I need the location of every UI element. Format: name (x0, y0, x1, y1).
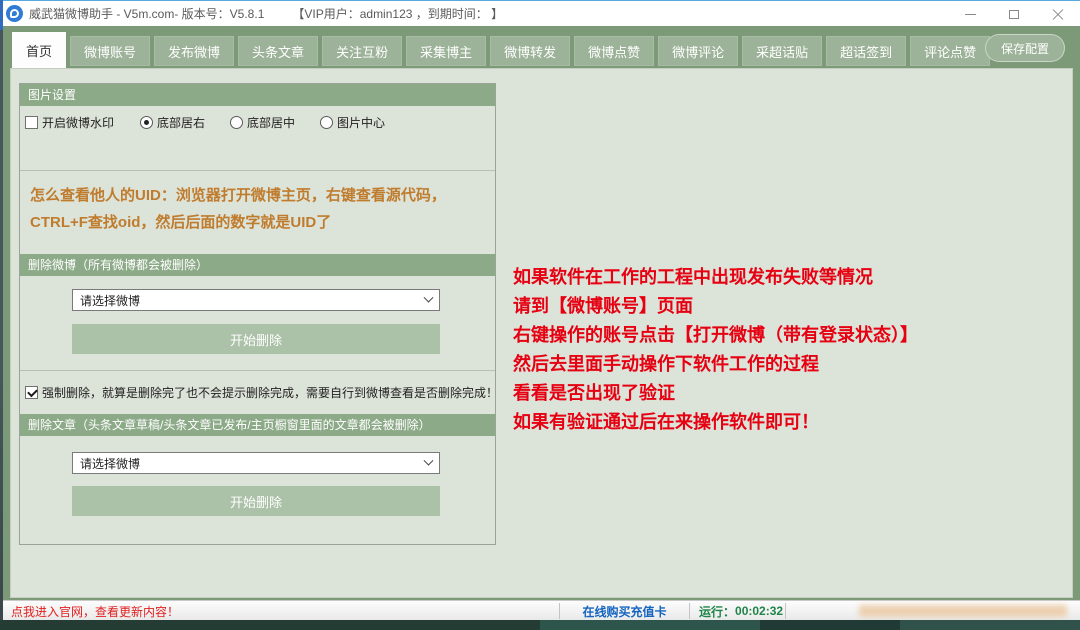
tab-comment-like[interactable]: 评论点赞 (910, 36, 990, 66)
vip-user-info: 【VIP用户：admin123 ，到期时间： 】 (292, 5, 503, 22)
uid-hint-line2: CTRL+F查找oid，然后后面的数字就是UID了 (30, 209, 446, 236)
force-delete-checkbox[interactable] (25, 386, 38, 399)
uid-hint-text: 怎么查看他人的UID：浏览器打开微博主页，右键查看源代码， CTRL+F查找oi… (30, 182, 446, 236)
chevron-down-icon (424, 455, 434, 465)
tab-bar: 首页 微博账号 发布微博 头条文章 关注互粉 采集博主 微博转发 微博点赞 微博… (3, 26, 1080, 68)
notice-line: 如果软件在工作的工程中出现发布失败等情况 (513, 263, 918, 292)
home-page-content: 图片设置 开启微博水印 底部居右 底部居中 图片中心 怎么查看他人的UID：浏览… (10, 68, 1073, 598)
desktop-edge-strip (0, 620, 1080, 630)
notice-line: 如果有验证通过后在来操作软件即可！ (513, 408, 918, 437)
runtime-value: 00:02:32 (735, 604, 783, 618)
runtime-status: 运行： 00:02:32 (699, 601, 783, 621)
radio-bottom-center-label: 底部居中 (247, 114, 295, 131)
radio-image-center[interactable] (320, 116, 333, 129)
app-icon (6, 5, 23, 22)
watermark-checkbox-label: 开启微博水印 (42, 114, 114, 131)
tab-collect-blogger[interactable]: 采集博主 (406, 36, 486, 66)
uid-hint-line1: 怎么查看他人的UID：浏览器打开微博主页，右键查看源代码， (30, 182, 446, 209)
watermark-checkbox[interactable] (25, 116, 38, 129)
tab-follow-fans[interactable]: 关注互粉 (322, 36, 402, 66)
radio-bottom-center[interactable] (230, 116, 243, 129)
close-button[interactable] (1036, 2, 1080, 27)
notice-line: 然后去里面手动操作下软件工作的过程 (513, 350, 918, 379)
radio-image-center-label: 图片中心 (337, 114, 385, 131)
tab-weibo-like[interactable]: 微博点赞 (574, 36, 654, 66)
tab-home[interactable]: 首页 (12, 32, 66, 68)
save-config-button[interactable]: 保存配置 (985, 34, 1065, 62)
notice-line: 右键操作的账号点击【打开微博（带有登录状态）】 (513, 321, 918, 350)
troubleshooting-notice: 如果软件在工作的工程中出现发布失败等情况 请到【微博账号】页面 右键操作的账号点… (513, 263, 918, 437)
status-separator (785, 603, 786, 619)
maximize-icon (1009, 10, 1019, 19)
status-separator (689, 603, 690, 619)
close-icon (1052, 9, 1064, 21)
delete-weibo-start-button[interactable]: 开始删除 (72, 324, 440, 354)
force-delete-row: 强制删除，就算是删除完了也不会提示删除完成，需要自行到微博查看是否删除完成！ (25, 384, 498, 401)
force-delete-label: 强制删除，就算是删除完了也不会提示删除完成，需要自行到微博查看是否删除完成！ (42, 384, 498, 401)
delete-article-account-select[interactable]: 请选择微博 (72, 452, 440, 474)
runtime-label: 运行： (699, 603, 735, 620)
image-settings-controls: 开启微博水印 底部居右 底部居中 图片中心 (25, 114, 385, 130)
tab-supertopic-checkin[interactable]: 超话签到 (826, 36, 906, 66)
notice-line: 请到【微博账号】页面 (513, 292, 918, 321)
section-divider (20, 370, 495, 371)
radio-bottom-right-label: 底部居右 (157, 114, 205, 131)
tab-publish-weibo[interactable]: 发布微博 (154, 36, 234, 66)
delete-weibo-select-value: 请选择微博 (80, 292, 140, 309)
maximize-button[interactable] (992, 2, 1036, 27)
section-divider (20, 170, 495, 171)
chevron-down-icon (424, 292, 434, 302)
notice-line: 看看是否出现了验证 (513, 379, 918, 408)
window-title: 威武猫微博助手 - V5m.com- 版本号：V5.8.1 (29, 5, 264, 22)
delete-weibo-account-select[interactable]: 请选择微博 (72, 289, 440, 311)
tab-toutiao-article[interactable]: 头条文章 (238, 36, 318, 66)
minimize-icon (965, 14, 976, 15)
delete-article-header: 删除文章（头条文章草稿/头条文章已发布/主页橱窗里面的文章都会被删除） (20, 414, 495, 436)
app-window: 威武猫微博助手 - V5m.com- 版本号：V5.8.1 【VIP用户：adm… (0, 0, 1080, 630)
app-icon-glyph (10, 9, 19, 18)
tab-weibo-comment[interactable]: 微博评论 (658, 36, 738, 66)
buy-card-link[interactable]: 在线购买充值卡 (560, 601, 689, 621)
tab-weibo-account[interactable]: 微博账号 (70, 36, 150, 66)
main-frame: 首页 微博账号 发布微博 头条文章 关注互粉 采集博主 微博转发 微博点赞 微博… (3, 26, 1080, 620)
window-left-edge (0, 0, 3, 620)
delete-article-start-button[interactable]: 开始删除 (72, 486, 440, 516)
title-bar: 威武猫微博助手 - V5m.com- 版本号：V5.8.1 【VIP用户：adm… (0, 0, 1080, 26)
radio-bottom-right[interactable] (140, 116, 153, 129)
official-site-link[interactable]: 点我进入官网，查看更新内容！ (11, 601, 179, 621)
window-controls (948, 2, 1080, 27)
status-bar: 点我进入官网，查看更新内容！ 在线购买充值卡 运行： 00:02:32 (3, 600, 1080, 620)
minimize-button[interactable] (948, 2, 992, 27)
redacted-text-blur (859, 605, 1067, 617)
delete-article-select-value: 请选择微博 (80, 455, 140, 472)
delete-weibo-header: 删除微博（所有微博都会被删除） (20, 254, 495, 276)
settings-panel: 图片设置 开启微博水印 底部居右 底部居中 图片中心 怎么查看他人的UID：浏览… (19, 83, 496, 545)
tab-weibo-repost[interactable]: 微博转发 (490, 36, 570, 66)
image-settings-header: 图片设置 (20, 84, 495, 106)
tab-collect-supertopic[interactable]: 采超话贴 (742, 36, 822, 66)
